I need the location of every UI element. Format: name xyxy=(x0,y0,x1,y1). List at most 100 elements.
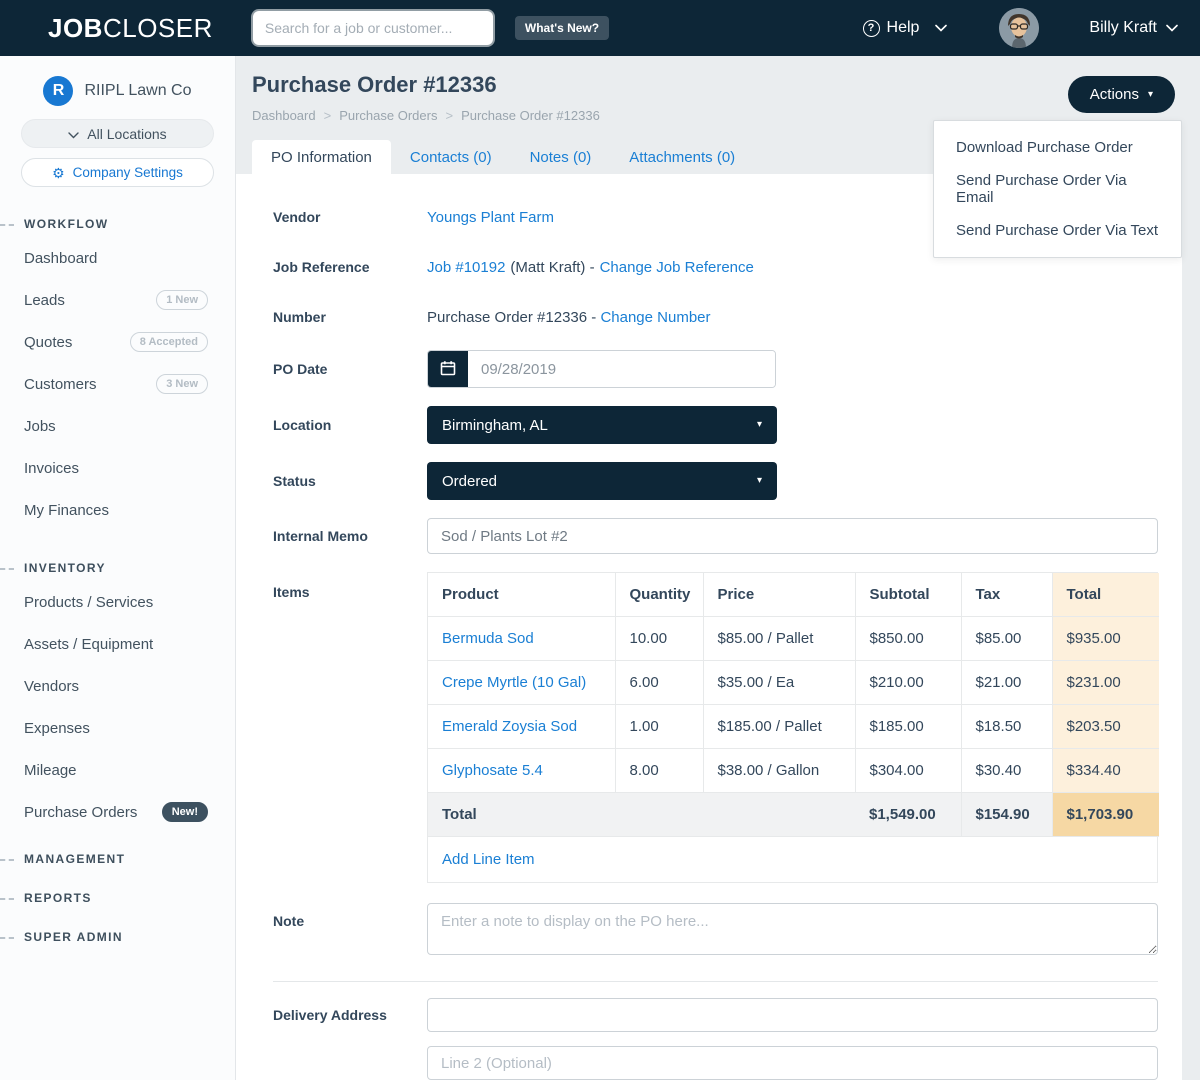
sidebar-section-super-admin[interactable]: SUPER ADMIN xyxy=(0,924,235,950)
change-job-reference-link[interactable]: Change Job Reference xyxy=(600,259,754,276)
quantity-cell: 1.00 xyxy=(615,705,703,749)
sidebar-item-mileage[interactable]: Mileage xyxy=(0,749,235,791)
location-selector[interactable]: All Locations xyxy=(21,119,214,148)
breadcrumb-item-current: Purchase Order #12336 xyxy=(461,108,600,123)
help-icon: ? xyxy=(863,20,880,37)
whats-new-button[interactable]: What's New? xyxy=(515,16,609,40)
menu-item-download-purchase-order[interactable]: Download Purchase Order xyxy=(934,131,1181,164)
sidebar-item-assets-equipment[interactable]: Assets / Equipment xyxy=(0,623,235,665)
vendor-link[interactable]: Youngs Plant Farm xyxy=(427,209,554,226)
sidebar-item-my-finances[interactable]: My Finances xyxy=(0,489,235,531)
delivery-address-input[interactable] xyxy=(427,998,1158,1032)
po-date-label: PO Date xyxy=(273,361,427,377)
sidebar-item-label: Purchase Orders xyxy=(24,804,137,821)
quantity-cell: 6.00 xyxy=(615,661,703,705)
status-select[interactable]: Ordered ▾ xyxy=(427,462,777,500)
delivery-address-line2-input[interactable] xyxy=(427,1046,1158,1080)
change-number-link[interactable]: Change Number xyxy=(600,309,710,326)
sidebar-item-label: Products / Services xyxy=(24,594,153,611)
product-link[interactable]: Bermuda Sod xyxy=(442,630,534,647)
calendar-button[interactable] xyxy=(428,351,468,387)
sidebar-item-label: Invoices xyxy=(24,460,79,477)
price-cell: $185.00 / Pallet xyxy=(703,705,855,749)
breadcrumb-item-purchase-orders[interactable]: Purchase Orders xyxy=(339,108,437,123)
status-row: Status Ordered ▾ xyxy=(273,462,1158,500)
user-menu[interactable]: Billy Kraft xyxy=(1089,19,1178,37)
sidebar-item-vendors[interactable]: Vendors xyxy=(0,665,235,707)
sidebar-item-customers[interactable]: Customers3 New xyxy=(0,363,235,405)
company-logo: R xyxy=(43,76,73,106)
app-window: JOBCLOSER What's New? ? Help xyxy=(0,0,1200,1080)
sidebar-section-management[interactable]: MANAGEMENT xyxy=(0,846,235,872)
sidebar-item-invoices[interactable]: Invoices xyxy=(0,447,235,489)
breadcrumb-item-dashboard[interactable]: Dashboard xyxy=(252,108,316,123)
company-settings-label: Company Settings xyxy=(73,165,183,180)
tab-po-information[interactable]: PO Information xyxy=(252,140,391,174)
grand-total-cell: $1,703.90 xyxy=(1052,793,1159,837)
company-settings-button[interactable]: ⚙ Company Settings xyxy=(21,158,214,187)
tab-contacts[interactable]: Contacts (0) xyxy=(391,140,511,174)
location-select[interactable]: Birmingham, AL ▾ xyxy=(427,406,777,444)
add-line-item-link[interactable]: Add Line Item xyxy=(442,851,535,868)
location-select-value: Birmingham, AL xyxy=(442,417,548,434)
note-label: Note xyxy=(273,903,427,955)
total-subtotal-cell: $1,549.00 xyxy=(855,793,961,837)
tax-cell: $21.00 xyxy=(961,661,1052,705)
breadcrumb-separator: > xyxy=(445,108,453,123)
vendor-label: Vendor xyxy=(273,209,427,225)
sidebar-item-expenses[interactable]: Expenses xyxy=(0,707,235,749)
sidebar: R RIIPL Lawn Co All Locations ⚙ Company … xyxy=(0,56,236,1080)
product-link[interactable]: Glyphosate 5.4 xyxy=(442,762,543,779)
navbar-right: ? Help Billy Kraft xyxy=(863,8,1178,48)
page-header: Purchase Order #12336 Dashboard > Purcha… xyxy=(236,56,1200,123)
sidebar-item-products-services[interactable]: Products / Services xyxy=(0,581,235,623)
sidebar-item-label: Quotes xyxy=(24,334,72,351)
breadcrumb-separator: > xyxy=(324,108,332,123)
sidebar-item-label: Mileage xyxy=(24,762,77,779)
subtotal-cell: $210.00 xyxy=(855,661,961,705)
items-label: Items xyxy=(273,572,427,883)
search-input[interactable] xyxy=(265,20,481,36)
sidebar-item-dashboard[interactable]: Dashboard xyxy=(0,237,235,279)
customers-badge: 3 New xyxy=(156,374,208,394)
job-reference-link[interactable]: Job #10192 xyxy=(427,259,505,276)
delivery-address-line2-row xyxy=(427,1046,1158,1080)
menu-item-send-po-via-text[interactable]: Send Purchase Order Via Text xyxy=(934,214,1181,247)
product-link[interactable]: Crepe Myrtle (10 Gal) xyxy=(442,674,586,691)
company-name: RIIPL Lawn Co xyxy=(84,82,191,100)
total-cell: $334.40 xyxy=(1052,749,1159,793)
product-link[interactable]: Emerald Zoysia Sod xyxy=(442,718,577,735)
status-select-value: Ordered xyxy=(442,473,497,490)
sidebar-item-purchase-orders[interactable]: Purchase OrdersNew! xyxy=(0,791,235,833)
table-total-row: Total $1,549.00 $154.90 $1,703.90 xyxy=(428,793,1159,837)
items-table: Product Quantity Price Subtotal Tax Tota… xyxy=(428,573,1159,837)
subtotal-cell: $185.00 xyxy=(855,705,961,749)
table-row: Crepe Myrtle (10 Gal) 6.00 $35.00 / Ea $… xyxy=(428,661,1159,705)
caret-down-icon: ▾ xyxy=(1148,90,1153,100)
internal-memo-input[interactable] xyxy=(427,518,1158,554)
table-row: Bermuda Sod 10.00 $85.00 / Pallet $850.0… xyxy=(428,617,1159,661)
tab-attachments[interactable]: Attachments (0) xyxy=(610,140,754,174)
sidebar-item-label: Leads xyxy=(24,292,65,309)
tab-notes[interactable]: Notes (0) xyxy=(511,140,611,174)
sidebar-section-reports[interactable]: REPORTS xyxy=(0,885,235,911)
internal-memo-row: Internal Memo xyxy=(273,518,1158,554)
help-menu[interactable]: ? Help xyxy=(863,19,948,37)
sidebar-section-workflow[interactable]: WORKFLOW xyxy=(0,211,235,237)
internal-memo-label: Internal Memo xyxy=(273,528,427,544)
sidebar-item-jobs[interactable]: Jobs xyxy=(0,405,235,447)
menu-item-send-po-via-email[interactable]: Send Purchase Order Via Email xyxy=(934,164,1181,214)
items-row: Items Product Quantity Price Subtotal T xyxy=(273,572,1158,883)
actions-button[interactable]: Actions ▾ xyxy=(1068,76,1175,113)
sidebar-item-leads[interactable]: Leads1 New xyxy=(0,279,235,321)
total-cell: $203.50 xyxy=(1052,705,1159,749)
quantity-cell: 8.00 xyxy=(615,749,703,793)
user-avatar[interactable] xyxy=(999,8,1039,48)
chevron-down-icon xyxy=(1166,19,1178,37)
po-date-input[interactable] xyxy=(468,351,775,387)
sidebar-item-quotes[interactable]: Quotes8 Accepted xyxy=(0,321,235,363)
column-header-subtotal: Subtotal xyxy=(855,573,961,617)
sidebar-section-inventory[interactable]: INVENTORY xyxy=(0,555,235,581)
chevron-down-icon xyxy=(68,126,79,142)
note-textarea[interactable] xyxy=(427,903,1158,955)
